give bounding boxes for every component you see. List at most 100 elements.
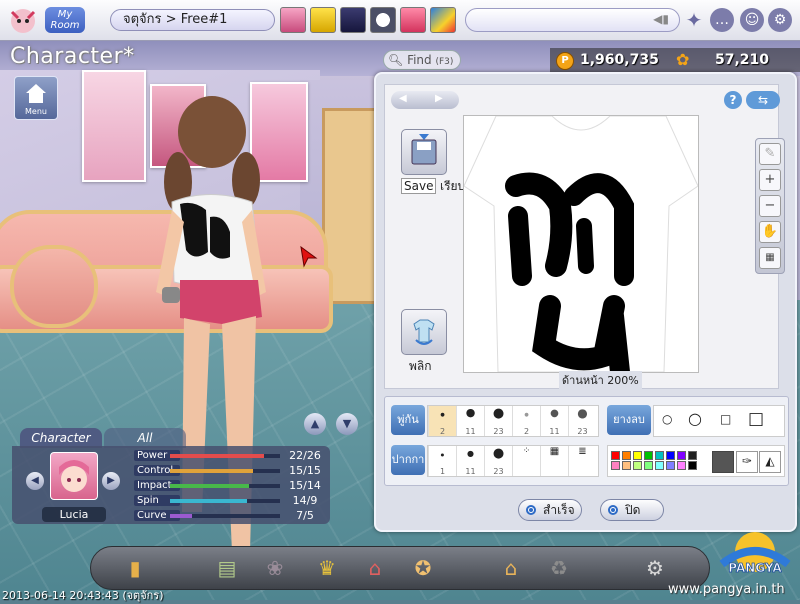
shirt-editor-dialog: ◀ ▶ ? ⇆ Save เรียบร้อย พลิก xyxy=(374,72,797,532)
friend-avatar[interactable] xyxy=(430,7,456,33)
color-swatch[interactable] xyxy=(611,461,620,470)
gift-icon[interactable]: ❀ xyxy=(259,553,291,583)
friend-avatar[interactable] xyxy=(310,7,336,33)
exit-door-icon[interactable]: ▮ xyxy=(119,553,151,583)
color-swatch[interactable] xyxy=(611,451,620,460)
eraser-tag[interactable]: ยางลบ xyxy=(607,405,651,435)
color-swatch[interactable] xyxy=(644,451,653,460)
lines-pattern-option[interactable]: ≣ xyxy=(568,446,596,476)
next-character-button[interactable]: ▶ xyxy=(102,472,120,490)
menu-button[interactable]: Menu xyxy=(14,76,58,120)
options-icon[interactable]: ⚙ xyxy=(639,553,671,583)
friend-avatar[interactable] xyxy=(280,7,306,33)
vertical-toolbar: ✎ + − ✋ ▦ xyxy=(755,138,785,274)
friend-avatar[interactable] xyxy=(400,7,426,33)
brush-size-option[interactable]: ● 2 xyxy=(512,406,540,436)
pencil-icon[interactable]: ✎ xyxy=(759,143,781,165)
shirt-drawing-canvas[interactable] xyxy=(463,115,699,382)
top-bar: My Room จตุจักร > Free#1 ◀▮ ✦ … ☺ ⚙ xyxy=(0,0,800,41)
palette-swatches xyxy=(611,451,705,471)
pen-size-option[interactable]: ● 1 xyxy=(428,446,456,476)
pen-options: ● 1 ● 11 ● 23 ⁘ ▦ ≣ xyxy=(427,445,599,477)
find-shortcut: (F3) xyxy=(435,57,454,67)
myroom-house-icon[interactable]: ⌂ xyxy=(495,553,527,583)
help-button[interactable]: ? xyxy=(724,91,742,109)
cardbook-icon[interactable]: ▤ xyxy=(211,553,243,583)
flip-button[interactable] xyxy=(401,309,447,355)
brush-size-option[interactable]: ● 23 xyxy=(568,406,596,436)
fill-bucket-icon[interactable]: ◭ xyxy=(759,451,781,473)
done-button[interactable]: สำเร็จ xyxy=(518,499,582,521)
eraser-small-circle-icon[interactable]: ○ xyxy=(662,412,672,426)
pen-size-option[interactable]: ● 11 xyxy=(456,446,484,476)
tab-all[interactable]: All xyxy=(104,428,186,448)
settings-gear-icon[interactable]: ⚙ xyxy=(768,8,792,32)
color-swatch[interactable] xyxy=(622,461,631,470)
wall-poster xyxy=(82,70,146,182)
pen-tag[interactable]: ปากกา xyxy=(391,445,425,475)
chat-input[interactable]: ◀▮ xyxy=(465,8,680,32)
tab-character[interactable]: Character xyxy=(20,428,102,448)
brush-size-option[interactable]: ● 2 xyxy=(428,406,456,436)
eyedropper-icon[interactable]: ✑ xyxy=(736,451,758,473)
sparkle-icon[interactable]: ✦ xyxy=(682,8,706,32)
close-button[interactable]: ปิด xyxy=(600,499,664,521)
trophy-icon[interactable]: ♛ xyxy=(311,553,343,583)
flip-label: พลิก xyxy=(409,359,432,373)
zoom-in-icon[interactable]: + xyxy=(759,169,781,191)
canvas-area: ◀ ▶ ? ⇆ Save เรียบร้อย พลิก xyxy=(384,84,780,389)
eraser-large-circle-icon[interactable]: ○ xyxy=(688,409,702,428)
eraser-small-square-icon[interactable]: □ xyxy=(720,412,731,426)
prev-arrow-icon[interactable]: ◀ xyxy=(399,93,407,104)
stat-value: 15/15 xyxy=(289,464,321,477)
save-button[interactable] xyxy=(401,129,447,175)
color-swatch[interactable] xyxy=(666,461,675,470)
prev-character-button[interactable]: ◀ xyxy=(26,472,44,490)
hand-pan-icon[interactable]: ✋ xyxy=(759,221,781,243)
chat-bubble-icon[interactable]: … xyxy=(710,8,734,32)
color-swatch[interactable] xyxy=(655,451,664,460)
stat-bar-fill xyxy=(170,484,250,488)
current-color-swatch[interactable] xyxy=(712,451,734,473)
myroom-button[interactable]: My Room xyxy=(45,7,85,33)
friend-avatar[interactable] xyxy=(340,7,366,33)
spray-pattern-option[interactable]: ⁘ xyxy=(512,446,540,476)
stat-bar-fill xyxy=(170,499,247,503)
zoom-out-icon[interactable]: − xyxy=(759,195,781,217)
find-button[interactable]: 🔍︎ Find (F3) xyxy=(383,50,461,70)
swap-view-button[interactable]: ⇆ xyxy=(746,91,780,109)
stat-bar xyxy=(170,484,280,488)
grid-icon[interactable]: ▦ xyxy=(759,247,781,269)
color-swatch[interactable] xyxy=(677,451,686,460)
brush-size-option[interactable]: ● 11 xyxy=(540,406,568,436)
color-swatch[interactable] xyxy=(688,461,697,470)
shop-icon[interactable]: ⌂ xyxy=(359,553,391,583)
character-face-icon[interactable]: ☺ xyxy=(740,8,764,32)
eraser-large-square-icon[interactable]: □ xyxy=(748,409,764,429)
next-arrow-icon[interactable]: ▶ xyxy=(435,93,443,104)
dots-pattern-option[interactable]: ▦ xyxy=(540,446,568,476)
done-label: สำเร็จ xyxy=(543,503,575,517)
speaker-icon[interactable]: ◀▮ xyxy=(653,12,669,26)
stat-bar xyxy=(170,469,280,473)
brush-tag[interactable]: พู่กัน xyxy=(391,405,425,435)
color-swatch[interactable] xyxy=(633,451,642,460)
color-swatch[interactable] xyxy=(688,451,697,460)
stat-value: 7/5 xyxy=(296,509,314,522)
color-swatch[interactable] xyxy=(666,451,675,460)
brush-size-option[interactable]: ● 11 xyxy=(456,406,484,436)
achievement-icon[interactable]: ✪ xyxy=(407,553,439,583)
brush-size-option[interactable]: ● 23 xyxy=(484,406,512,436)
friend-avatar[interactable] xyxy=(370,7,396,33)
color-swatch[interactable] xyxy=(622,451,631,460)
color-swatch[interactable] xyxy=(655,461,664,470)
floppy-disk-icon xyxy=(411,134,437,165)
color-swatch[interactable] xyxy=(633,461,642,470)
house-icon xyxy=(26,84,46,103)
stat-bar-fill xyxy=(170,514,192,518)
pen-size-option[interactable]: ● 23 xyxy=(484,446,512,476)
recycle-icon[interactable]: ♻ xyxy=(543,553,575,583)
scroll-down-button[interactable]: ▼ xyxy=(336,413,358,435)
color-swatch[interactable] xyxy=(677,461,686,470)
color-swatch[interactable] xyxy=(644,461,653,470)
